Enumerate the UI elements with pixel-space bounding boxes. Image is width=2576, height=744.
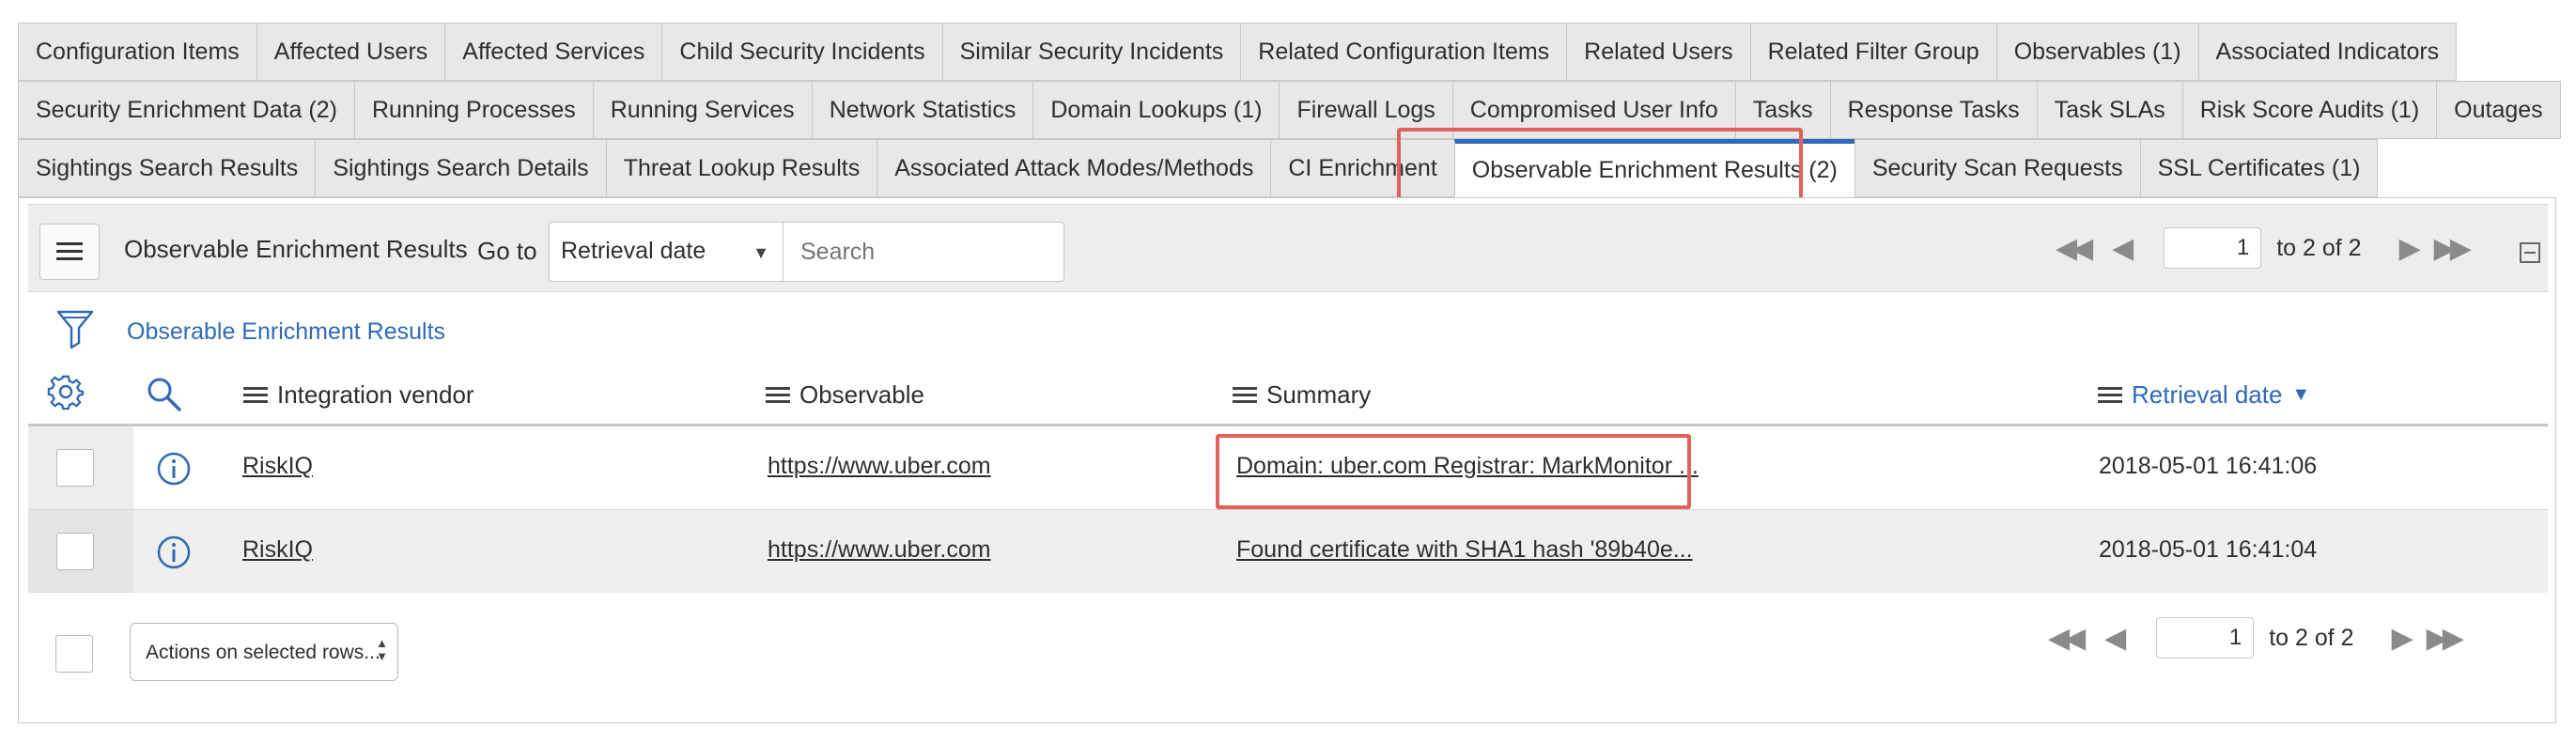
tab-sightings-search-details[interactable]: Sightings Search Details (315, 139, 607, 197)
list-toolbar: Observable Enrichment Results Go to Retr… (28, 204, 2548, 292)
column-menu-icon[interactable] (243, 383, 268, 407)
column-label: Summary (1266, 380, 1372, 409)
list-menu-button[interactable] (39, 224, 100, 280)
info-icon[interactable] (156, 451, 192, 487)
tab-task-slas[interactable]: Task SLAs (2036, 81, 2183, 139)
tab-tasks[interactable]: Tasks (1734, 81, 1831, 139)
goto-field-value: Retrieval date (561, 238, 706, 264)
page-number-input[interactable] (2164, 227, 2262, 269)
related-lists-tab-row-1: Configuration Items Affected Users Affecte… (18, 23, 2458, 81)
tab-related-filter-group[interactable]: Related Filter Group (1749, 23, 1997, 81)
column-header-integration-vendor[interactable]: Integration vendor (243, 380, 474, 410)
related-lists-tab-row-2: Security Enrichment Data (2) Running Proc… (18, 81, 2561, 139)
tab-related-configuration-items[interactable]: Related Configuration Items (1240, 23, 1568, 81)
first-page-icon[interactable]: ◀◀ (2048, 622, 2086, 655)
column-menu-icon[interactable] (766, 383, 790, 407)
tab-observable-enrichment-results-2[interactable]: Observable Enrichment Results (2) (1453, 139, 1855, 197)
goto-field-select[interactable]: Retrieval date ▼ (549, 222, 784, 282)
tab-response-tasks[interactable]: Response Tasks (1829, 81, 2038, 139)
related-list-panel: Observable Enrichment Results Go to Retr… (18, 197, 2556, 723)
page-number-input[interactable] (2156, 617, 2255, 659)
previous-page-icon[interactable]: ◀ (2104, 622, 2126, 655)
actions-on-selected-rows-select[interactable]: Actions on selected rows... ▲ ▼ (130, 623, 398, 681)
last-page-icon[interactable]: ▶▶ (2427, 622, 2464, 655)
tab-ssl-certificates-1[interactable]: SSL Certificates (1) (2139, 139, 2379, 197)
column-label: Retrieval date (2132, 380, 2283, 409)
summary-link[interactable]: Found certificate with SHA1 hash '89b40e… (1236, 536, 1693, 564)
sort-descending-icon: ▼ (2291, 384, 2311, 405)
search-input[interactable] (783, 222, 1064, 282)
row-checkbox[interactable] (56, 533, 94, 570)
tab-child-security-incidents[interactable]: Child Security Incidents (661, 23, 943, 81)
select-updown-icon: ▲ ▼ (376, 636, 388, 663)
first-page-icon[interactable]: ◀◀ (2056, 232, 2093, 265)
tab-risk-score-audits-1[interactable]: Risk Score Audits (1) (2181, 81, 2438, 139)
tab-running-processes[interactable]: Running Processes (353, 81, 594, 139)
goto-label: Go to (477, 237, 537, 265)
retrieval-date-value: 2018-05-01 16:41:04 (2099, 536, 2318, 563)
filter-breadcrumb[interactable]: Obserable Enrichment Results (127, 318, 445, 346)
actions-label: Actions on selected rows... (146, 642, 380, 663)
previous-page-icon[interactable]: ◀ (2112, 232, 2134, 265)
tab-observables-1[interactable]: Observables (1) (1995, 23, 2199, 81)
tab-associated-indicators[interactable]: Associated Indicators (2197, 23, 2458, 81)
row-select-cell (28, 510, 133, 593)
column-search-icon[interactable] (145, 375, 182, 412)
select-all-checkbox[interactable] (55, 635, 93, 673)
tab-outages[interactable]: Outages (2436, 81, 2561, 139)
page-count-label: to 2 of 2 (2269, 624, 2354, 651)
tab-compromised-user-info[interactable]: Compromised User Info (1451, 81, 1736, 139)
tab-network-statistics[interactable]: Network Statistics (811, 81, 1034, 139)
retrieval-date-value: 2018-05-01 16:41:06 (2099, 453, 2318, 479)
tab-sightings-search-results[interactable]: Sightings Search Results (18, 139, 317, 197)
column-menu-icon[interactable] (2098, 383, 2122, 407)
hamburger-icon (56, 242, 83, 260)
column-header-retrieval-date[interactable]: Retrieval date ▼ (2098, 380, 2310, 410)
last-page-icon[interactable]: ▶▶ (2434, 232, 2472, 265)
collapse-icon[interactable] (2520, 242, 2540, 263)
column-label: Observable (799, 380, 924, 409)
page-count-label: to 2 of 2 (2276, 234, 2362, 261)
summary-link[interactable]: Domain: uber.com Registrar: MarkMonitor … (1236, 453, 1699, 480)
row-select-cell (28, 426, 133, 509)
top-pager: ◀◀ ◀ to 2 of 2 ▶ ▶▶ (2056, 227, 2491, 269)
next-page-icon[interactable]: ▶ (2392, 622, 2413, 655)
tab-firewall-logs[interactable]: Firewall Logs (1279, 81, 1453, 139)
column-menu-icon[interactable] (1233, 383, 1257, 407)
vendor-link[interactable]: RiskIQ (242, 453, 313, 480)
tab-associated-attack-modes-methods[interactable]: Associated Attack Modes/Methods (877, 139, 1272, 197)
column-label: Integration vendor (277, 380, 474, 409)
bottom-pager: ◀◀ ◀ to 2 of 2 ▶ ▶▶ (2048, 617, 2483, 659)
table-row: RiskIQ https://www.uber.com Found certif… (28, 510, 2548, 593)
table-row: RiskIQ https://www.uber.com Domain: uber… (28, 426, 2548, 509)
tab-security-enrichment-data-2[interactable]: Security Enrichment Data (2) (18, 81, 355, 139)
tab-similar-security-incidents[interactable]: Similar Security Incidents (941, 23, 1242, 81)
tab-domain-lookups-1[interactable]: Domain Lookups (1) (1032, 81, 1280, 139)
tab-affected-users[interactable]: Affected Users (256, 23, 446, 81)
related-lists-tab-row-3: Sightings Search Results Sightings Search… (18, 139, 2379, 197)
tab-related-users[interactable]: Related Users (1566, 23, 1751, 81)
vendor-link[interactable]: RiskIQ (242, 536, 313, 564)
tab-running-services[interactable]: Running Services (592, 81, 813, 139)
tab-configuration-items[interactable]: Configuration Items (18, 23, 257, 81)
filter-funnel-icon[interactable] (56, 309, 94, 350)
observable-link[interactable]: https://www.uber.com (768, 453, 991, 480)
list-title: Observable Enrichment Results (124, 235, 468, 263)
row-checkbox[interactable] (56, 449, 94, 487)
column-header-summary[interactable]: Summary (1233, 380, 1371, 410)
observable-link[interactable]: https://www.uber.com (768, 536, 991, 564)
info-icon[interactable] (156, 535, 192, 570)
tab-affected-services[interactable]: Affected Services (444, 23, 663, 81)
tab-security-scan-requests[interactable]: Security Scan Requests (1854, 139, 2141, 197)
column-header-observable[interactable]: Observable (766, 380, 924, 410)
tab-ci-enrichment[interactable]: CI Enrichment (1270, 139, 1455, 197)
gear-icon[interactable] (47, 373, 85, 411)
next-page-icon[interactable]: ▶ (2399, 232, 2421, 265)
dropdown-caret-icon: ▼ (753, 243, 769, 262)
tab-threat-lookup-results[interactable]: Threat Lookup Results (605, 139, 878, 197)
